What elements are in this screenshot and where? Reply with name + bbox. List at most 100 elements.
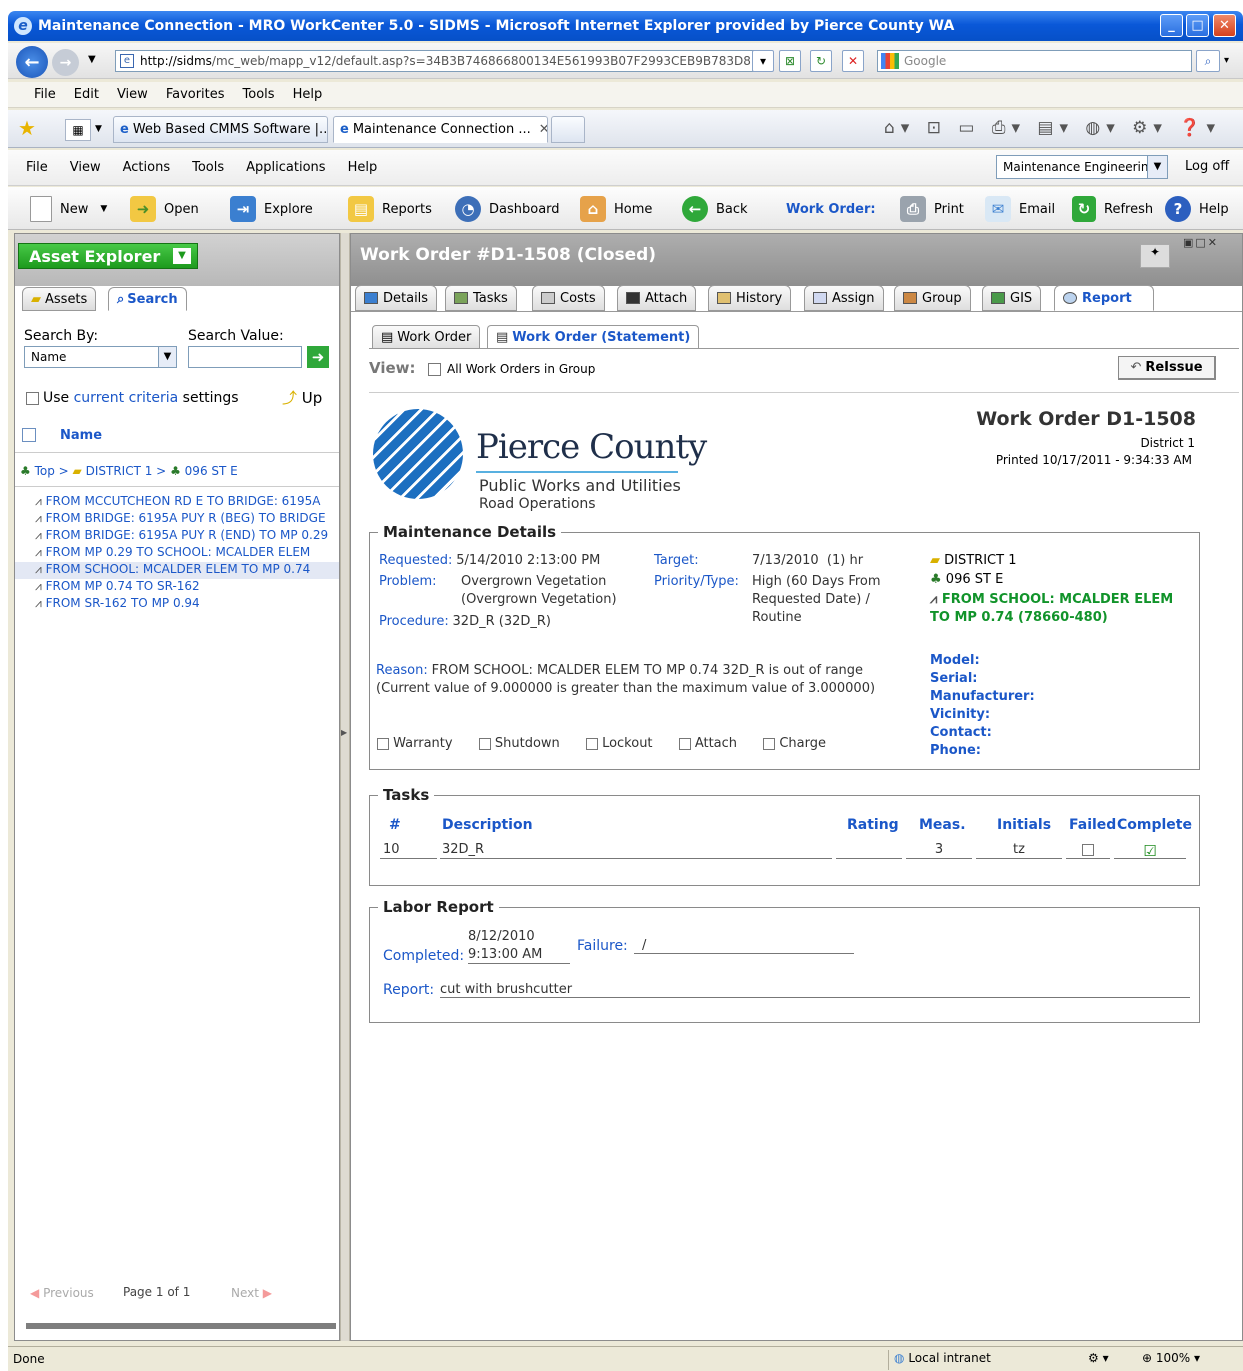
subtab-work-order[interactable]: ▤ Work Order [372, 325, 481, 349]
url-input[interactable]: e http://sidms/mc_web/mapp_v12/default.a… [115, 50, 760, 72]
priority-value: High (60 Days From [752, 574, 881, 589]
current-criteria-link[interactable]: current criteria [74, 390, 179, 406]
new-dropdown-icon[interactable]: ▼ [100, 204, 107, 214]
list-item-selected[interactable]: ⩘ FROM SCHOOL: MCALDER ELEM TO MP 0.74 [15, 562, 339, 579]
minimize-button[interactable]: _ [1160, 14, 1183, 37]
history-dropdown-icon[interactable]: ▼ [88, 54, 96, 65]
favorites-star-icon[interactable]: ★ [18, 116, 36, 140]
menu-tools[interactable]: Tools [243, 87, 275, 102]
view-all-checkbox[interactable] [428, 363, 441, 376]
subtab-work-order-statement[interactable]: ▤ Work Order (Statement) [487, 325, 700, 349]
new-tab-button[interactable] [551, 116, 585, 143]
command-bar-icons[interactable]: ⌂▾ ⊡ ▭ ⎙▾ ▤▾ ◍▾ ⚙▾ ❓▾ [884, 118, 1221, 138]
help-button[interactable]: ? Help [1165, 195, 1229, 223]
location-district[interactable]: ▰ DISTRICT 1 [930, 553, 1016, 568]
role-select[interactable]: Maintenance Engineerin ▼ [996, 155, 1168, 179]
forward-nav-button[interactable]: → [52, 49, 79, 76]
tab-history[interactable]: History [708, 285, 792, 311]
use-criteria-checkbox[interactable] [26, 391, 39, 405]
previous-button[interactable]: ◀ Previous [30, 1286, 94, 1300]
compat-view-icon[interactable]: ⊠ [779, 50, 801, 72]
close-tab-icon[interactable]: ✕ [539, 122, 547, 137]
app-menu-applications[interactable]: Applications [246, 160, 325, 175]
search-icon[interactable]: ⌕ [1196, 50, 1220, 72]
name-column-header[interactable]: Name [60, 428, 102, 443]
home-button[interactable]: ⌂ Home [580, 195, 652, 223]
quick-tabs-icon[interactable]: ▦ [65, 119, 91, 141]
breadcrumb-district[interactable]: DISTRICT 1 > [86, 464, 167, 478]
chevron-down-icon[interactable]: ▼ [173, 248, 191, 264]
pane-splitter[interactable]: ▶ [340, 233, 350, 1341]
breadcrumb-top[interactable]: Top > [35, 464, 69, 478]
refresh-page-icon[interactable]: ↻ [810, 50, 832, 72]
up-button[interactable]: ⤴ Up [282, 387, 322, 408]
tab-costs[interactable]: Costs [532, 285, 605, 311]
list-item[interactable]: ⩘ FROM MP 0.29 TO SCHOOL: MCALDER ELEM [15, 545, 339, 562]
logoff-link[interactable]: Log off [1185, 159, 1229, 174]
back-nav-button[interactable]: ← [16, 46, 48, 78]
app-menu-help[interactable]: Help [348, 160, 378, 175]
splitter-arrow-icon[interactable]: ▶ [341, 728, 347, 737]
explore-button[interactable]: ⇥ Explore [230, 195, 313, 223]
search-value-input[interactable] [188, 346, 302, 368]
list-item[interactable]: ⩘ FROM MCCUTCHEON RD E TO BRIDGE: 6195A [15, 494, 339, 511]
menu-view[interactable]: View [117, 87, 148, 102]
dashboard-button[interactable]: ◔ Dashboard [455, 195, 560, 223]
menu-help[interactable]: Help [293, 87, 323, 102]
favorite-add-icon[interactable]: ✦ [1140, 244, 1170, 268]
tab-assign[interactable]: Assign [804, 285, 884, 311]
list-item[interactable]: ⩘ FROM MP 0.74 TO SR-162 [15, 579, 339, 596]
location-asset[interactable]: ⩘ FROM SCHOOL: MCALDER ELEM [930, 592, 1173, 607]
app-menu-tools[interactable]: Tools [192, 160, 224, 175]
back-button[interactable]: ← Back [682, 195, 748, 223]
chevron-down-icon[interactable]: ▼ [1147, 156, 1167, 178]
zoom-control[interactable]: ⊕ 100% ▾ [1142, 1351, 1200, 1365]
stop-icon[interactable]: ✕ [842, 50, 864, 72]
breadcrumb-road[interactable]: 096 ST E [185, 464, 238, 478]
browser-tab-cmms[interactable]: e Web Based CMMS Software |... [113, 116, 328, 143]
left-scrollbar[interactable] [26, 1323, 336, 1329]
tab-list-dropdown-icon[interactable]: ▼ [95, 124, 102, 134]
close-window-button[interactable]: ✕ [1213, 14, 1236, 37]
tab-gis[interactable]: GIS [982, 285, 1042, 311]
location-asset-2[interactable]: TO MP 0.74 (78660-480) [930, 610, 1108, 625]
maximize-button[interactable]: □ [1186, 14, 1209, 37]
location-road[interactable]: ♣ 096 ST E [930, 572, 1003, 587]
print-button[interactable]: ⎙ Print [900, 195, 964, 223]
search-go-button[interactable]: ➜ [307, 346, 329, 368]
list-item[interactable]: ⩘ FROM BRIDGE: 6195A PUY R (BEG) TO BRID… [15, 511, 339, 528]
search-options-icon[interactable]: ▾ [1224, 55, 1229, 66]
menu-favorites[interactable]: Favorites [166, 87, 225, 102]
reissue-button[interactable]: ↶ ReIssue [1118, 356, 1216, 380]
list-item[interactable]: ⩘ FROM BRIDGE: 6195A PUY R (END) TO MP 0… [15, 528, 339, 545]
menu-edit[interactable]: Edit [74, 87, 99, 102]
tab-tasks[interactable]: Tasks [445, 285, 517, 311]
reports-button[interactable]: ▤ Reports [348, 195, 432, 223]
new-button[interactable]: New ▼ [30, 195, 107, 223]
help-label: Help [1199, 201, 1229, 217]
app-menu-file[interactable]: File [26, 160, 48, 175]
tab-assets[interactable]: ▰ Assets [22, 287, 97, 311]
tab-report[interactable]: Report [1054, 285, 1154, 311]
chevron-down-icon[interactable]: ▼ [158, 347, 176, 367]
refresh-button[interactable]: ↻ Refresh [1072, 195, 1153, 223]
tab-details[interactable]: Details [355, 285, 438, 311]
tab-group[interactable]: Group [894, 285, 971, 311]
pane-window-controls[interactable]: ▣□✕ [1183, 236, 1219, 249]
tab-attach[interactable]: Attach [617, 285, 697, 311]
home-icon: ⌂ [580, 196, 606, 222]
app-menu-view[interactable]: View [70, 160, 101, 175]
next-button[interactable]: Next ▶ [231, 1286, 272, 1300]
search-by-select[interactable]: Name ▼ [24, 346, 177, 368]
email-button[interactable]: ✉ Email [985, 195, 1055, 223]
protected-mode-icon[interactable]: ⚙ ▾ [1088, 1351, 1109, 1365]
browser-tab-maintenance[interactable]: eMaintenance Connection ... ✕ [333, 116, 548, 143]
search-input[interactable]: Google [877, 50, 1192, 72]
open-button[interactable]: ➜ Open [130, 195, 199, 223]
app-menu-actions[interactable]: Actions [123, 160, 171, 175]
tab-search[interactable]: ⌕ Search [108, 287, 187, 311]
menu-file[interactable]: File [34, 87, 56, 102]
asset-explorer-title[interactable]: Asset Explorer ▼ [18, 243, 198, 269]
list-item[interactable]: ⩘ FROM SR-162 TO MP 0.94 [15, 596, 339, 613]
url-dropdown-icon[interactable]: ▾ [752, 50, 774, 72]
